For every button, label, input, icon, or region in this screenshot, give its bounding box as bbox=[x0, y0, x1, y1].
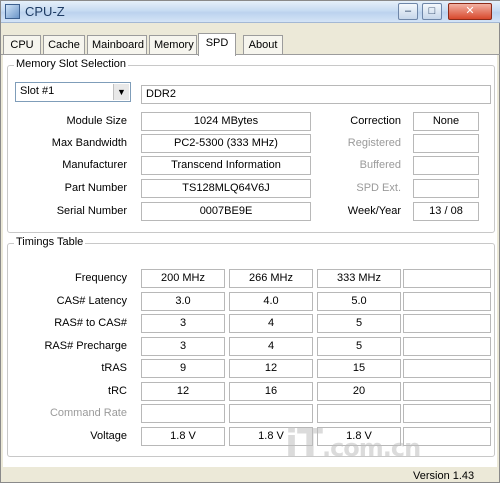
timing-cell: 5.0 bbox=[317, 291, 401, 311]
timing-row-label: tRAS bbox=[101, 362, 127, 374]
watermark-suffix: .com.cn bbox=[321, 434, 421, 462]
spd-ext-label: SPD Ext. bbox=[356, 182, 401, 194]
timing-cell: 4.0 bbox=[229, 291, 313, 311]
title-bar[interactable]: CPU-Z – □ ✕ bbox=[1, 1, 500, 23]
week-year-field: 13 / 08 bbox=[413, 202, 479, 221]
timing-cell bbox=[403, 359, 491, 378]
timing-cell bbox=[403, 381, 491, 401]
timing-cell bbox=[403, 269, 491, 288]
part-number-label: Part Number bbox=[64, 182, 127, 194]
timing-cell: 9 bbox=[141, 359, 225, 378]
window-title: CPU-Z bbox=[25, 4, 65, 19]
tab-cpu[interactable]: CPU bbox=[3, 35, 41, 55]
version-label: Version 1.43 bbox=[413, 470, 475, 482]
manufacturer-label: Manufacturer bbox=[62, 159, 127, 171]
registered-field bbox=[413, 134, 479, 153]
tab-memory[interactable]: Memory bbox=[149, 35, 197, 55]
timing-cell: 20 bbox=[317, 381, 401, 401]
memory-slot-selection-title: Memory Slot Selection bbox=[14, 58, 129, 70]
correction-label: Correction bbox=[350, 115, 401, 127]
timing-row-label: Voltage bbox=[90, 429, 127, 442]
timing-row-label: Frequency bbox=[75, 272, 127, 284]
timing-cell: 200 MHz bbox=[141, 269, 225, 288]
timing-cell: 16 bbox=[229, 381, 313, 401]
tab-about[interactable]: About bbox=[243, 35, 283, 55]
week-year-label: Week/Year bbox=[347, 205, 401, 217]
timing-cell: 4 bbox=[229, 336, 313, 356]
serial-number-field: 0007BE9E bbox=[141, 202, 311, 221]
timing-cell bbox=[141, 404, 225, 423]
part-number-field: TS128MLQ64V6J bbox=[141, 179, 311, 198]
tab-cache[interactable]: Cache bbox=[43, 35, 85, 55]
timing-cell: 1.8 V bbox=[141, 426, 225, 446]
timing-cell: 3.0 bbox=[141, 291, 225, 311]
module-size-label: Module Size bbox=[66, 115, 127, 127]
timing-row-label: CAS# Latency bbox=[56, 294, 127, 307]
tab-mainboard[interactable]: Mainboard bbox=[87, 35, 147, 55]
timing-cell: 12 bbox=[229, 359, 313, 378]
timing-row-label: Command Rate bbox=[49, 407, 127, 419]
manufacturer-field: Transcend Information bbox=[141, 156, 311, 175]
slot-select[interactable]: Slot #1 ▼ bbox=[15, 82, 131, 102]
cpuz-app-icon bbox=[5, 4, 20, 19]
timing-cell bbox=[403, 314, 491, 333]
spd-ext-field bbox=[413, 179, 479, 198]
tab-spd[interactable]: SPD bbox=[198, 33, 236, 56]
timing-row-label: tRC bbox=[108, 384, 127, 397]
cpuz-window: CPU-Z – □ ✕ CPU Cache Mainboard Memory S… bbox=[0, 0, 500, 483]
max-bandwidth-field: PC2-5300 (333 MHz) bbox=[141, 134, 311, 153]
registered-label: Registered bbox=[347, 137, 401, 149]
tab-bar: CPU Cache Mainboard Memory SPD About bbox=[1, 33, 500, 56]
timing-cell: 12 bbox=[141, 381, 225, 401]
timing-cell: 5 bbox=[317, 336, 401, 356]
chevron-down-icon[interactable]: ▼ bbox=[113, 84, 129, 100]
timing-cell bbox=[403, 336, 491, 356]
correction-field: None bbox=[413, 112, 479, 131]
timing-cell bbox=[403, 291, 491, 311]
module-size-field: 1024 MBytes bbox=[141, 112, 311, 131]
buffered-label: Buffered bbox=[359, 159, 401, 171]
spd-panel: Memory Slot Selection Slot #1 ▼ DDR2 Mod… bbox=[3, 55, 497, 467]
timing-row-label: RAS# Precharge bbox=[44, 339, 127, 352]
timing-cell: 5 bbox=[317, 314, 401, 333]
memory-type-field: DDR2 bbox=[141, 85, 491, 104]
slot-select-value: Slot #1 bbox=[20, 85, 55, 97]
timing-cell: 333 MHz bbox=[317, 269, 401, 288]
timing-cell: 4 bbox=[229, 314, 313, 333]
timing-cell: 15 bbox=[317, 359, 401, 378]
buffered-field bbox=[413, 156, 479, 175]
timing-cell: 3 bbox=[141, 336, 225, 356]
timing-row-label: RAS# to CAS# bbox=[54, 317, 127, 329]
timing-cell: 266 MHz bbox=[229, 269, 313, 288]
maximize-button[interactable]: □ bbox=[422, 3, 442, 20]
minimize-button[interactable]: – bbox=[398, 3, 418, 20]
close-button[interactable]: ✕ bbox=[448, 3, 492, 20]
watermark-main: iT bbox=[285, 421, 323, 465]
timings-table-title: Timings Table bbox=[14, 236, 86, 248]
watermark: iT.com.cn bbox=[285, 421, 421, 465]
timing-cell: 3 bbox=[141, 314, 225, 333]
max-bandwidth-label: Max Bandwidth bbox=[51, 137, 127, 149]
serial-number-label: Serial Number bbox=[56, 205, 127, 217]
